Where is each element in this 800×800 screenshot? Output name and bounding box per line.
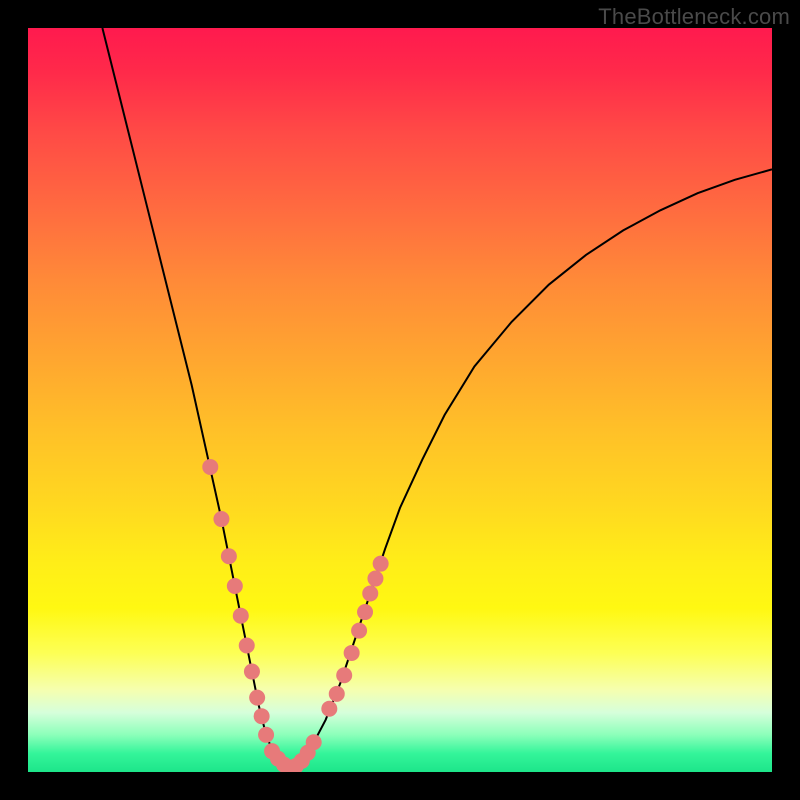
watermark-text: TheBottleneck.com	[598, 4, 790, 30]
marker-dot	[357, 604, 373, 620]
chart-svg	[28, 28, 772, 772]
marker-dot	[227, 578, 243, 594]
marker-dot	[221, 548, 237, 564]
marker-dot	[254, 708, 270, 724]
marker-dot	[373, 556, 389, 572]
marker-dot	[336, 667, 352, 683]
marker-dot	[202, 459, 218, 475]
marker-dot	[351, 623, 367, 639]
marker-dot	[244, 664, 260, 680]
marker-dot	[362, 585, 378, 601]
marker-dot	[249, 690, 265, 706]
series-curve	[102, 28, 772, 768]
marker-dot	[239, 638, 255, 654]
marker-dot	[329, 686, 345, 702]
marker-dot	[213, 511, 229, 527]
marker-dot	[367, 571, 383, 587]
marker-dot	[321, 701, 337, 717]
marker-dot	[306, 734, 322, 750]
marker-dot	[233, 608, 249, 624]
marker-dot	[344, 645, 360, 661]
plot-area	[28, 28, 772, 772]
series-markers	[202, 459, 388, 772]
chart-frame: TheBottleneck.com	[0, 0, 800, 800]
marker-dot	[258, 727, 274, 743]
